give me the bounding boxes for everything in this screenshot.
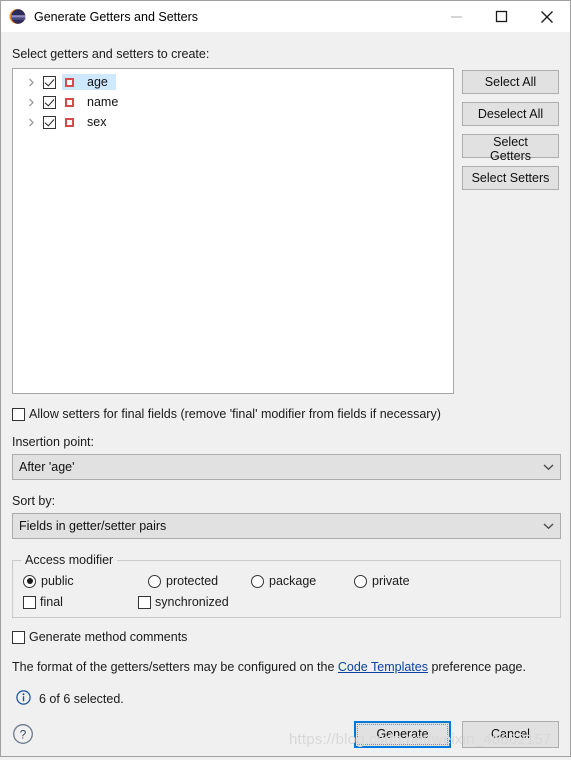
radio-private-label: private <box>372 574 410 588</box>
maximize-button[interactable] <box>479 1 524 32</box>
tree-item-content-age[interactable]: age <box>62 74 116 90</box>
sort-by-label: Sort by: <box>12 494 56 508</box>
private-field-icon <box>65 117 74 127</box>
tree-label-name: name <box>87 95 119 109</box>
fields-tree[interactable]: age name sex <box>12 68 454 394</box>
tree-item-content-name[interactable]: name <box>62 94 126 110</box>
checkbox-synchronized-control[interactable] <box>138 595 151 609</box>
tree-row-name[interactable]: name <box>13 92 453 112</box>
radio-protected[interactable]: protected <box>148 574 251 588</box>
eclipse-icon <box>9 8 26 25</box>
cancel-button[interactable]: Cancel <box>462 720 559 748</box>
radio-private[interactable]: private <box>354 574 410 588</box>
tree-label-age: age <box>87 75 108 89</box>
radio-package-control[interactable] <box>251 574 264 588</box>
chevron-down-icon[interactable] <box>536 455 560 479</box>
select-getters-button[interactable]: Select Getters <box>462 134 559 163</box>
select-fields-label: Select getters and setters to create: <box>12 47 210 61</box>
insertion-point-label: Insertion point: <box>12 435 94 449</box>
generate-comments-row[interactable]: Generate method comments <box>12 630 559 644</box>
radio-protected-label: protected <box>166 574 219 588</box>
title-bar: Generate Getters and Setters <box>1 1 570 33</box>
radio-public[interactable]: public <box>23 574 148 588</box>
generate-getters-setters-dialog: Generate Getters and Setters Select gett… <box>0 0 571 757</box>
access-modifier-radios: public protected package private <box>13 574 560 588</box>
access-modifier-group: Access modifier public protected package… <box>12 553 561 618</box>
insertion-point-value: After 'age' <box>19 460 75 474</box>
generate-comments-label: Generate method comments <box>29 630 188 644</box>
checkbox-final[interactable]: final <box>23 595 138 609</box>
help-icon[interactable]: ? <box>12 723 34 745</box>
radio-package-label: package <box>269 574 317 588</box>
format-hint: The format of the getters/setters may be… <box>12 660 559 674</box>
select-setters-button[interactable]: Select Setters <box>462 166 559 190</box>
checkbox-final-label: final <box>40 595 63 609</box>
dialog-content: Select getters and setters to create: ag… <box>1 33 570 708</box>
format-hint-prefix: The format of the getters/setters may be… <box>12 660 338 674</box>
tree-label-sex: sex <box>87 115 107 129</box>
format-hint-suffix: preference page. <box>427 660 526 674</box>
tree-row-sex[interactable]: sex <box>13 112 453 132</box>
window-title: Generate Getters and Setters <box>34 9 198 24</box>
radio-public-control[interactable] <box>23 574 36 588</box>
insertion-point-combo[interactable]: After 'age' <box>12 454 561 480</box>
deselect-all-button[interactable]: Deselect All <box>462 102 559 126</box>
generate-button[interactable]: Generate <box>354 720 451 748</box>
chevron-down-icon[interactable] <box>536 514 560 538</box>
status-text: 6 of 6 selected. <box>39 692 124 706</box>
status-row: 6 of 6 selected. <box>12 690 559 708</box>
window-controls <box>434 1 570 32</box>
checkbox-synchronized[interactable]: synchronized <box>138 595 229 609</box>
dialog-footer: ? Generate Cancel <box>1 708 570 760</box>
tree-and-buttons-row: age name sex Select All Deselect All Sel… <box>12 68 559 394</box>
access-modifier-legend: Access modifier <box>25 553 114 567</box>
allow-final-setters-label: Allow setters for final fields (remove '… <box>29 407 441 421</box>
tree-checkbox-name[interactable] <box>43 95 56 109</box>
radio-protected-control[interactable] <box>148 574 161 588</box>
chevron-right-icon[interactable] <box>23 74 39 90</box>
allow-final-setters-checkbox[interactable] <box>12 407 25 421</box>
private-field-icon <box>65 97 74 107</box>
radio-public-label: public <box>41 574 74 588</box>
tree-row-age[interactable]: age <box>13 72 453 92</box>
sort-by-combo[interactable]: Fields in getter/setter pairs <box>12 513 561 539</box>
tree-item-content-sex[interactable]: sex <box>62 114 114 130</box>
chevron-right-icon[interactable] <box>23 114 39 130</box>
close-button[interactable] <box>524 1 570 32</box>
checkbox-final-control[interactable] <box>23 595 36 609</box>
select-all-button[interactable]: Select All <box>462 70 559 94</box>
minimize-button[interactable] <box>434 1 479 32</box>
chevron-right-icon[interactable] <box>23 94 39 110</box>
radio-private-control[interactable] <box>354 574 367 588</box>
tree-action-buttons: Select All Deselect All Select Getters S… <box>462 68 559 198</box>
info-icon <box>16 690 31 708</box>
checkbox-synchronized-label: synchronized <box>155 595 229 609</box>
radio-package[interactable]: package <box>251 574 354 588</box>
code-templates-link[interactable]: Code Templates <box>338 660 428 674</box>
private-field-icon <box>65 77 74 87</box>
tree-checkbox-sex[interactable] <box>43 115 56 129</box>
tree-checkbox-age[interactable] <box>43 75 56 89</box>
allow-final-setters-row[interactable]: Allow setters for final fields (remove '… <box>12 407 559 421</box>
access-modifier-checkboxes: final synchronized <box>13 595 560 609</box>
sort-by-value: Fields in getter/setter pairs <box>19 519 167 533</box>
svg-text:?: ? <box>20 727 27 741</box>
generate-comments-checkbox[interactable] <box>12 630 25 644</box>
